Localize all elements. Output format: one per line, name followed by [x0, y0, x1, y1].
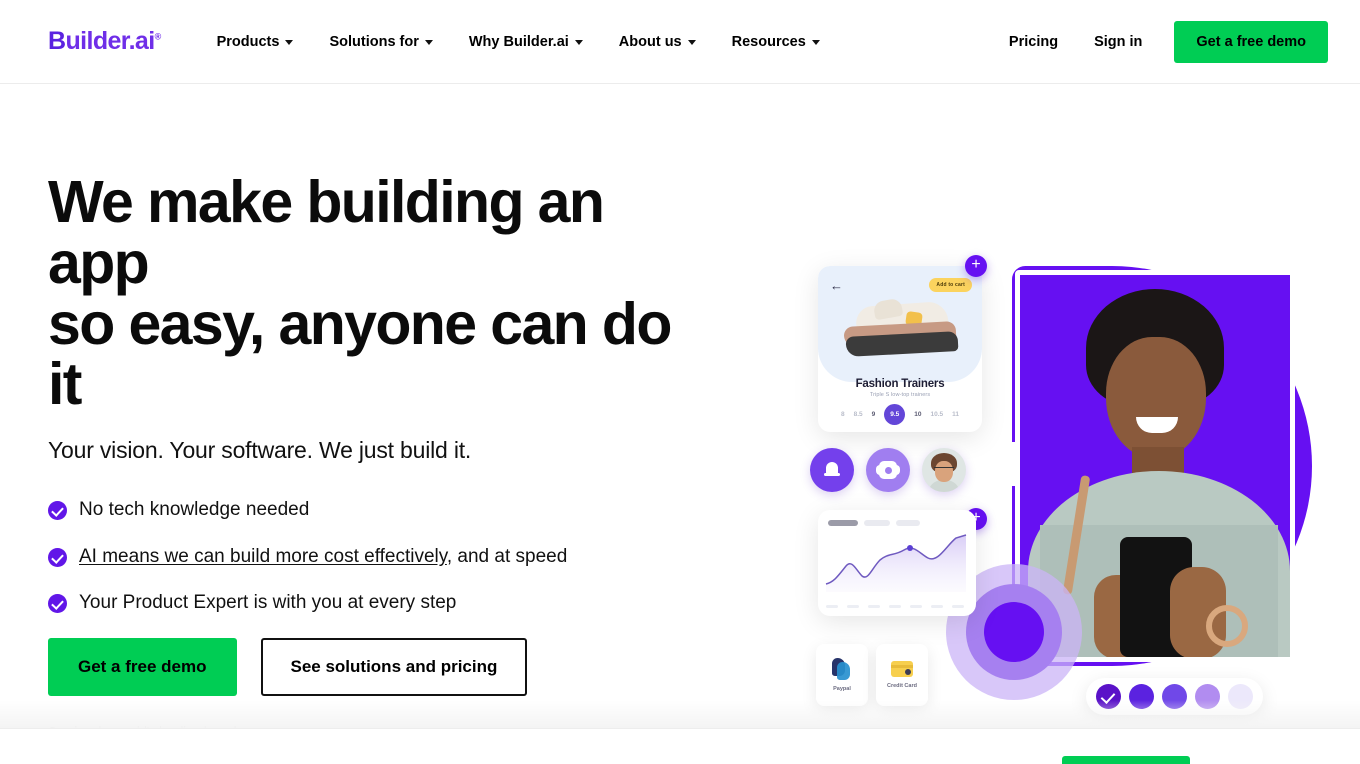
chevron-down-icon: [811, 40, 820, 45]
legend-bar-active: [828, 520, 858, 526]
logo-b-mark: B: [48, 27, 66, 55]
legend-bar: [864, 520, 890, 526]
benefit-text: No tech knowledge needed: [79, 499, 310, 521]
line-chart: [825, 534, 967, 592]
primary-nav-links: Products Solutions for Why Builder.ai Ab…: [199, 28, 838, 56]
analytics-card: [818, 510, 976, 616]
size-option[interactable]: 10.5: [931, 411, 944, 418]
chart-axis-ticks: [826, 605, 964, 608]
credit-card-icon: [891, 661, 913, 677]
hero-subheading: Your vision. Your software. We just buil…: [48, 437, 472, 464]
hero-copy-column: We make building an app so easy, anyone …: [48, 84, 748, 764]
logo-rest-text: uilder: [65, 27, 129, 55]
bell-glyph: [824, 461, 840, 479]
product-title: Fashion Trainers: [855, 378, 945, 390]
back-arrow-icon[interactable]: ←: [830, 278, 843, 293]
list-item: Your Product Expert is with you at every…: [48, 591, 748, 616]
axis-tick: [910, 605, 922, 608]
nav-label: Resources: [731, 33, 806, 50]
bell-icon[interactable]: [810, 448, 854, 492]
add-to-cart-badge[interactable]: Add to cart: [929, 278, 972, 292]
gear-icon[interactable]: [866, 448, 910, 492]
nav-item-solutions-for[interactable]: Solutions for: [311, 28, 450, 56]
axis-tick: [826, 605, 838, 608]
chevron-down-icon: [424, 40, 433, 45]
payment-label: Paypal: [833, 686, 851, 692]
photo-bangle: [1206, 605, 1248, 647]
nav-actions: Pricing Sign in Get a free demo: [991, 20, 1328, 63]
axis-tick: [931, 605, 943, 608]
product-card-shoe[interactable]: ← Add to cart Fashion Trainers Triple S …: [818, 266, 982, 432]
benefit-tail: , and at speed: [446, 545, 568, 567]
avatar[interactable]: [922, 448, 966, 492]
size-option[interactable]: 8: [841, 411, 845, 418]
size-option-selected[interactable]: 9.5: [884, 404, 906, 425]
sneaker-illustration: [842, 297, 960, 357]
gear-glyph: [876, 461, 900, 479]
paypal-icon: [832, 658, 852, 680]
payment-method-options: Paypal Credit Card: [816, 644, 928, 706]
chevron-down-icon: [574, 40, 583, 45]
hero-illustration: ← Add to cart Fashion Trainers Triple S …: [790, 252, 1330, 732]
axis-tick: [889, 605, 901, 608]
nav-item-why-builder-ai[interactable]: Why Builder.ai: [451, 28, 601, 56]
chevron-down-icon: [687, 40, 696, 45]
legend-bar: [896, 520, 920, 526]
benefit-text: AI means we can build more cost effectiv…: [79, 545, 567, 570]
nav-item-products[interactable]: Products: [199, 28, 312, 56]
quick-action-icons: [810, 448, 966, 492]
size-option[interactable]: 11: [952, 411, 959, 418]
nav-item-pricing[interactable]: Pricing: [991, 28, 1076, 56]
see-solutions-and-pricing-button[interactable]: See solutions and pricing: [260, 638, 528, 697]
list-item: No tech knowledge needed: [48, 498, 748, 523]
hero-benefits-list: No tech knowledge needed AI means we can…: [48, 498, 748, 616]
chart-legend-placeholders: [828, 520, 920, 526]
check-circle-icon: [48, 547, 67, 567]
list-item: AI means we can build more cost effectiv…: [48, 545, 748, 570]
check-circle-icon: [48, 594, 67, 614]
get-free-demo-button[interactable]: Get a free demo: [48, 638, 237, 697]
headline-line-2: so easy, anyone can do it: [48, 290, 672, 418]
nav-label: About us: [618, 33, 682, 50]
avatar-glasses: [934, 467, 954, 473]
nav-label: Why Builder.ai: [468, 33, 569, 50]
product-subtitle: Triple S low-top trainers: [869, 392, 931, 398]
size-option[interactable]: 10: [914, 411, 921, 418]
decorative-ring-inner: [984, 602, 1044, 662]
plus-button-top[interactable]: +: [965, 255, 987, 277]
hero-cta-row: Get a free demo See solutions and pricin…: [48, 638, 748, 697]
nav-item-resources[interactable]: Resources: [714, 28, 838, 56]
size-selector[interactable]: 8 8.5 9 9.5 10 10.5 11: [818, 404, 982, 425]
nav-label: Solutions for: [329, 33, 419, 50]
nav-get-free-demo-button[interactable]: Get a free demo: [1174, 20, 1328, 63]
builder-ai-logo[interactable]: BBuilderuilder.ai®: [48, 29, 161, 54]
chevron-down-icon: [285, 40, 294, 45]
headline-line-1: We make building an app: [48, 169, 605, 296]
nav-item-sign-in[interactable]: Sign in: [1076, 28, 1160, 56]
axis-tick: [952, 605, 964, 608]
section-fade-divider: [0, 700, 1360, 728]
size-option[interactable]: 9: [872, 411, 876, 418]
payment-option-paypal[interactable]: Paypal: [816, 644, 868, 706]
nav-label: Products: [216, 33, 280, 50]
logo-registered-mark: ®: [154, 31, 162, 42]
logo-suffix: .ai: [128, 27, 156, 55]
photo-face: [1106, 337, 1206, 459]
nav-item-about-us[interactable]: About us: [601, 28, 714, 56]
size-option[interactable]: 8.5: [854, 411, 863, 418]
benefit-link[interactable]: AI means we can build more cost effectiv…: [79, 546, 447, 567]
page-title: We make building an app so easy, anyone …: [48, 172, 708, 415]
payment-label: Credit Card: [887, 683, 917, 689]
axis-tick: [868, 605, 880, 608]
top-navigation-bar: BBuilderuilder.ai® Products Solutions fo…: [0, 0, 1360, 84]
payment-option-credit-card[interactable]: Credit Card: [876, 644, 928, 706]
benefit-text: Your Product Expert is with you at every…: [79, 592, 457, 614]
axis-tick: [847, 605, 859, 608]
next-section-cta-button[interactable]: [1062, 756, 1190, 764]
hero-section: We make building an app so easy, anyone …: [0, 84, 1360, 764]
check-circle-icon: [48, 501, 67, 521]
